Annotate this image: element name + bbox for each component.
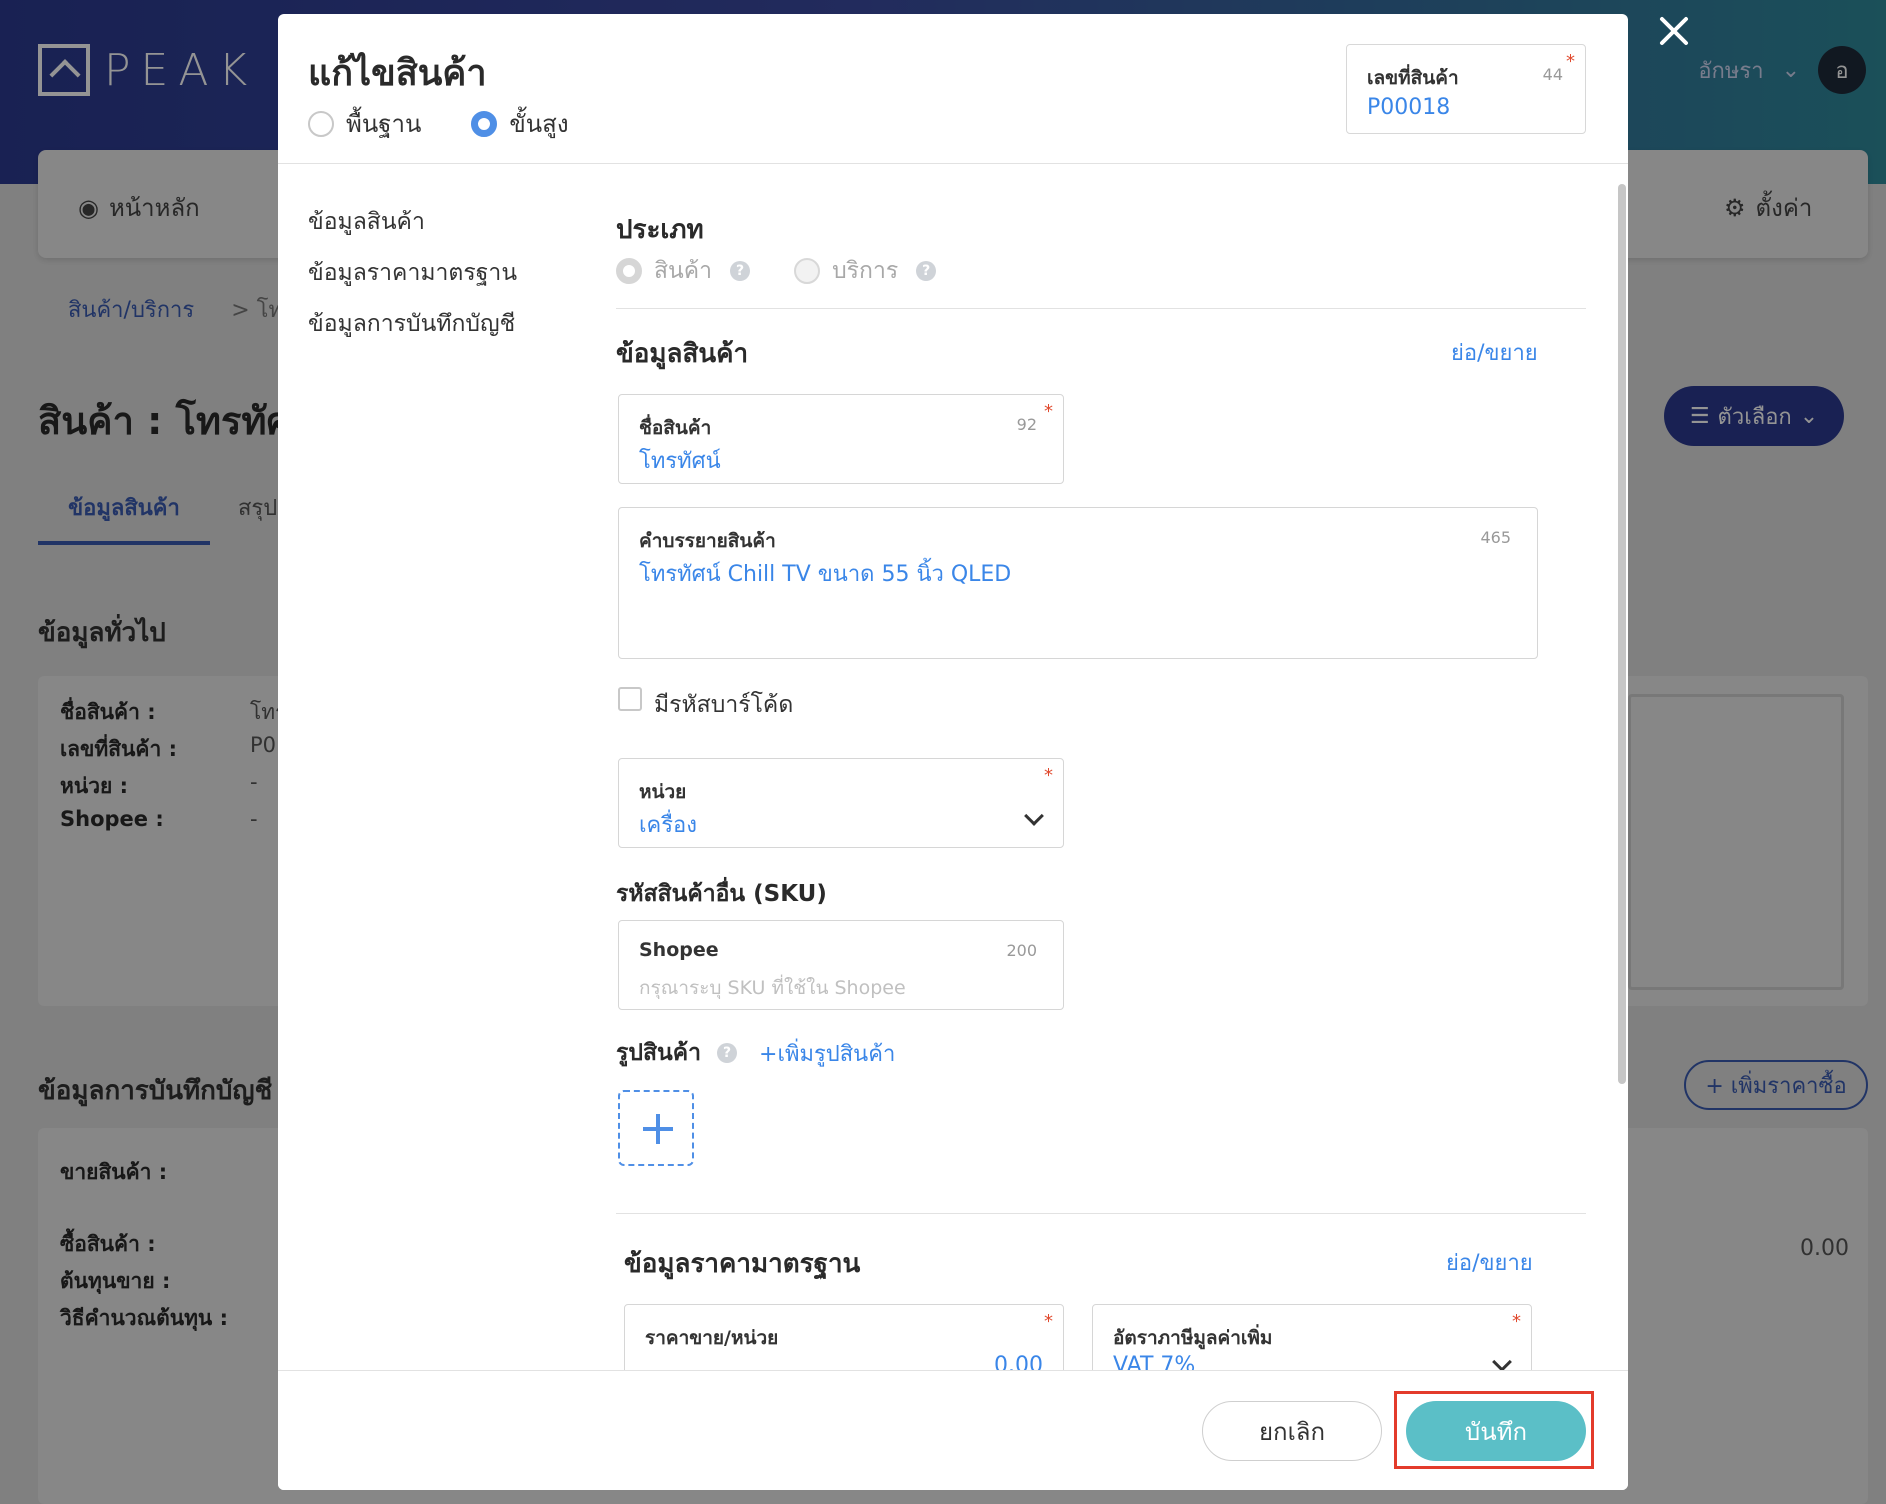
product-description-value[interactable]: โทรทัศน์ Chill TV ขนาด 55 นิ้ว QLED: [639, 556, 1011, 591]
unit-value[interactable]: เครื่อง: [639, 807, 697, 842]
product-name-field[interactable]: ชื่อสินค้า 92 * โทรทัศน์: [618, 394, 1064, 484]
divider: [616, 308, 1586, 309]
modal-side-nav: ข้อมูลสินค้า ข้อมูลราคามาตรฐาน ข้อมูลการ…: [308, 204, 517, 357]
radio-type-product: [616, 258, 642, 284]
modal-footer: ยกเลิก บันทึก: [278, 1370, 1628, 1490]
side-nav-standard-price[interactable]: ข้อมูลราคามาตรฐาน: [308, 255, 517, 286]
type-options: สินค้า ? บริการ ?: [616, 253, 937, 289]
product-image-title: รูปสินค้า: [616, 1040, 702, 1066]
product-info-collapse-toggle[interactable]: ย่อ/ขยาย: [1451, 335, 1538, 370]
product-name-char-count: 92: [1016, 415, 1037, 434]
sku-title: รหัสสินค้าอื่น (SKU): [616, 881, 827, 907]
standard-price-title: ข้อมูลราคามาตรฐาน: [624, 1249, 861, 1279]
chevron-down-icon[interactable]: [1024, 806, 1044, 826]
required-marker: *: [1512, 1311, 1521, 1332]
product-id-field[interactable]: เลขที่สินค้า 44 * P00018: [1346, 44, 1586, 134]
type-product-option: สินค้า ?: [616, 253, 751, 289]
standard-price-collapse-toggle[interactable]: ย่อ/ขยาย: [1446, 1245, 1533, 1280]
product-description-field[interactable]: คำบรรยายสินค้า 465 โทรทัศน์ Chill TV ขนา…: [618, 507, 1538, 659]
product-info-title: ข้อมูลสินค้า: [616, 339, 749, 369]
type-product-label: สินค้า: [654, 258, 713, 284]
type-title: ประเภท: [616, 215, 704, 245]
product-name-label: ชื่อสินค้า: [639, 417, 712, 439]
type-service-option: บริการ ?: [794, 253, 937, 289]
divider: [616, 1213, 1586, 1214]
barcode-checkbox[interactable]: [618, 687, 642, 711]
required-marker: *: [1566, 51, 1575, 72]
product-image-row: รูปสินค้า ? +เพิ่มรูปสินค้า: [616, 1035, 895, 1071]
sell-price-label: ราคาขาย/หน่วย: [645, 1327, 779, 1349]
shopee-sku-placeholder[interactable]: กรุณาระบุ SKU ที่ใช้ใน Shopee: [639, 973, 906, 1003]
help-icon[interactable]: ?: [916, 261, 937, 281]
unit-label: หน่วย: [639, 781, 687, 803]
type-service-label: บริการ: [832, 258, 899, 284]
chevron-down-icon[interactable]: [1492, 1352, 1512, 1372]
product-description-char-count: 465: [1480, 528, 1511, 547]
side-nav-accounting[interactable]: ข้อมูลการบันทึกบัญชี: [308, 306, 517, 337]
upload-image-button[interactable]: [618, 1090, 694, 1166]
modal-header: แก้ไขสินค้า พื้นฐาน ขั้นสูง เลขที่สินค้า…: [278, 14, 1628, 164]
radio-advanced[interactable]: [471, 110, 498, 137]
help-icon[interactable]: ?: [730, 261, 751, 281]
mode-selector: พื้นฐาน ขั้นสูง: [308, 104, 569, 143]
product-id-label: เลขที่สินค้า: [1367, 67, 1459, 89]
save-button[interactable]: บันทึก: [1406, 1401, 1586, 1461]
radio-type-service: [794, 258, 821, 284]
product-name-value[interactable]: โทรทัศน์: [639, 443, 721, 478]
close-icon[interactable]: [1656, 12, 1692, 48]
shopee-sku-field[interactable]: Shopee 200 กรุณาระบุ SKU ที่ใช้ใน Shopee: [618, 920, 1064, 1010]
mode-advanced-option[interactable]: ขั้นสูง: [471, 104, 569, 143]
add-image-link[interactable]: +เพิ่มรูปสินค้า: [759, 1036, 895, 1071]
shopee-label: Shopee: [639, 939, 719, 961]
radio-basic[interactable]: [308, 110, 334, 137]
required-marker: *: [1044, 765, 1053, 786]
required-marker: *: [1044, 1311, 1053, 1332]
shopee-char-count: 200: [1006, 941, 1037, 960]
vat-rate-label: อัตราภาษีมูลค่าเพิ่ม: [1113, 1327, 1273, 1349]
mode-advanced-label: ขั้นสูง: [509, 110, 569, 138]
mode-basic-label: พื้นฐาน: [346, 110, 422, 138]
help-icon[interactable]: ?: [717, 1043, 738, 1063]
modal-scrollbar[interactable]: [1618, 184, 1626, 1084]
side-nav-product-info[interactable]: ข้อมูลสินค้า: [308, 204, 517, 235]
modal-title: แก้ไขสินค้า: [308, 53, 487, 94]
product-description-label: คำบรรยายสินค้า: [639, 530, 776, 552]
product-id-value[interactable]: P00018: [1367, 95, 1450, 120]
unit-select[interactable]: หน่วย * เครื่อง: [618, 758, 1064, 848]
mode-basic-option[interactable]: พื้นฐาน: [308, 104, 421, 143]
barcode-label: มีรหัสบาร์โค้ด: [654, 692, 794, 718]
required-marker: *: [1044, 401, 1053, 422]
edit-product-modal: แก้ไขสินค้า พื้นฐาน ขั้นสูง เลขที่สินค้า…: [278, 14, 1628, 1490]
modal-content[interactable]: ประเภท สินค้า ? บริการ ? ข้อมูลสินค้า ย่…: [616, 165, 1616, 1383]
cancel-button[interactable]: ยกเลิก: [1202, 1401, 1382, 1461]
product-id-char-count: 44: [1542, 65, 1563, 84]
